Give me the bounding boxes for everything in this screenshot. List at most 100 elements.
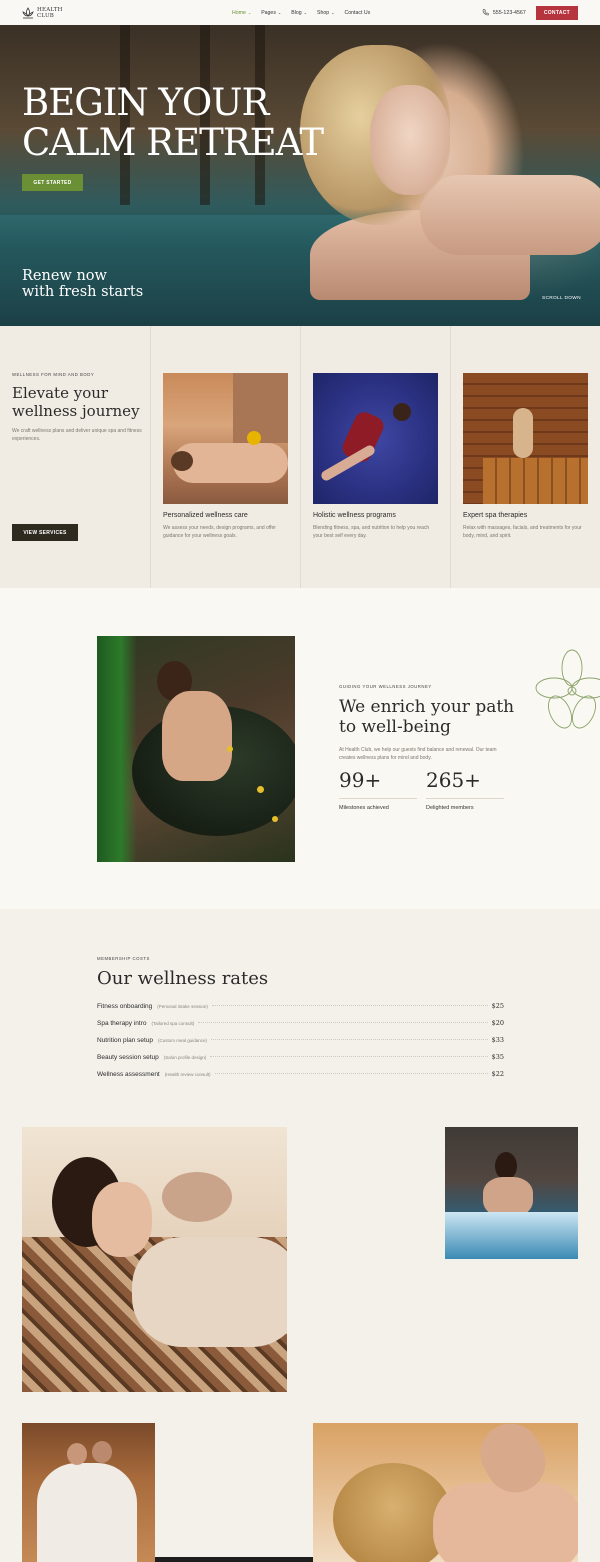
rate-note: (Salon profile design)	[163, 1055, 207, 1060]
rate-dotted-leader	[211, 1039, 488, 1040]
couple-robes	[37, 1463, 137, 1562]
stat-divider	[426, 798, 504, 799]
column-divider	[150, 326, 151, 588]
dark-strip	[155, 1557, 313, 1562]
card-title: Holistic wellness programs	[313, 512, 396, 519]
rate-row: Beauty session setup (Salon profile desi…	[97, 1053, 504, 1063]
scroll-down-link[interactable]: SCROLL DOWN	[542, 296, 581, 301]
nav-item-shop[interactable]: Shop ⌄	[317, 10, 334, 16]
chevron-down-icon: ⌄	[331, 10, 335, 15]
sauna-person	[513, 408, 533, 458]
bath-photo-lemon	[272, 816, 278, 822]
sauna-couple-photo	[22, 1423, 155, 1562]
services-section: WELLNESS FOR MIND AND BODY Elevate your …	[0, 326, 600, 588]
get-started-button[interactable]: GET STARTED	[22, 174, 83, 191]
card-title: Personalized wellness care	[163, 512, 248, 519]
couple-face-1	[67, 1443, 87, 1465]
rate-dotted-leader	[214, 1073, 488, 1074]
column-divider	[300, 326, 301, 588]
stat-label: Delighted members	[426, 805, 474, 811]
rate-row: Fitness onboarding (Personal intake sess…	[97, 1002, 504, 1012]
rate-price: $35	[491, 1053, 504, 1061]
hydrotherapy-photo	[445, 1127, 578, 1259]
main-nav: Home ⌄ Pages ⌄ Blog ⌄ Shop ⌄ Contact Us	[232, 10, 370, 16]
card-description: Blending fitness, spa, and nutrition to …	[313, 525, 430, 539]
logo-line-2: CLUB	[37, 12, 55, 19]
rate-price: $20	[491, 1019, 504, 1027]
card-title: Expert spa therapies	[463, 512, 528, 519]
nav-label: Shop	[317, 9, 330, 16]
hero-photo-arm	[420, 175, 600, 255]
rate-price: $22	[491, 1070, 504, 1078]
contact-button[interactable]: CONTACT	[535, 5, 578, 20]
nav-item-pages[interactable]: Pages ⌄	[261, 10, 281, 16]
stat-divider	[339, 798, 417, 799]
massage-photo-brush	[247, 431, 261, 445]
nav-item-contact-us[interactable]: Contact Us	[345, 10, 371, 16]
rate-note: (Custom meal guidance)	[158, 1038, 208, 1043]
page: HEALTH CLUB Home ⌄ Pages ⌄ Blog ⌄ Shop ⌄	[0, 0, 600, 1562]
hero-photo-face	[370, 85, 450, 195]
about-eyebrow: GUIDING YOUR WELLNESS JOURNEY	[339, 684, 432, 689]
rate-name: Spa therapy intro	[97, 1020, 147, 1027]
massage-client-back	[433, 1483, 578, 1562]
hydro-person	[483, 1177, 533, 1217]
rate-dotted-leader	[210, 1056, 488, 1057]
rate-row: Spa therapy intro (Tailored spa consult)…	[97, 1019, 504, 1029]
services-title: Elevate your wellness journey	[12, 384, 140, 420]
stat-value: 99+	[339, 768, 382, 792]
phone-icon	[482, 9, 489, 16]
flower-outline-icon	[535, 649, 600, 729]
hydro-hair	[495, 1152, 517, 1180]
chevron-down-icon: ⌄	[277, 10, 282, 15]
rates-eyebrow: MEMBERSHIP COSTS	[97, 956, 150, 961]
logo-line-1: HEALTH	[37, 6, 63, 13]
about-description: At Health Club, we help our guests find …	[339, 747, 497, 761]
lounger-face	[92, 1182, 152, 1257]
rates-section: MEMBERSHIP COSTS Our wellness rates Fitn…	[0, 909, 600, 1109]
nav-label: Pages	[261, 9, 276, 16]
column-divider	[450, 326, 451, 588]
stat-value: 265+	[426, 768, 481, 792]
nav-label: Contact Us	[344, 9, 371, 16]
stat-label: Milestones achieved	[339, 805, 389, 811]
rate-price: $33	[491, 1036, 504, 1044]
lounger-companion	[162, 1172, 232, 1222]
sauna-bench	[483, 458, 588, 504]
phone-link[interactable]: 555-123-4567	[482, 9, 526, 16]
pool-swimmer-photo	[313, 373, 438, 504]
nav-label: Blog	[291, 9, 302, 16]
hero-subtitle-line-1: Renew now	[22, 268, 107, 284]
outdoor-bath-photo	[97, 636, 295, 862]
about-section: GUIDING YOUR WELLNESS JOURNEY We enrich …	[0, 588, 600, 909]
lounger-towel	[132, 1237, 287, 1347]
lotus-logo-icon	[22, 6, 34, 18]
phone-number: 555-123-4567	[492, 9, 526, 16]
rate-name: Wellness assessment	[97, 1071, 160, 1078]
services-eyebrow: WELLNESS FOR MIND AND BODY	[12, 372, 95, 377]
hydro-splash	[445, 1212, 578, 1259]
hero-title: BEGIN YOUR CALM RETREAT	[22, 81, 324, 164]
couple-face-2	[92, 1441, 112, 1463]
logo-text: HEALTH CLUB	[37, 7, 63, 19]
hero-section: BEGIN YOUR CALM RETREAT GET STARTED Rene…	[0, 25, 600, 326]
hero-subtitle-line-2: with fresh starts	[22, 284, 144, 300]
site-header: HEALTH CLUB Home ⌄ Pages ⌄ Blog ⌄ Shop ⌄	[0, 0, 600, 25]
massage-photo	[163, 373, 288, 504]
chevron-down-icon: ⌄	[247, 10, 252, 15]
card-description: We assess your needs, design programs, a…	[163, 525, 276, 539]
nav-label: Home	[232, 9, 246, 16]
view-services-button[interactable]: VIEW SERVICES	[12, 524, 78, 541]
relaxing-lounger-photo	[22, 1127, 287, 1392]
nav-item-home[interactable]: Home ⌄	[232, 10, 251, 16]
logo[interactable]: HEALTH CLUB	[22, 6, 162, 20]
rate-row: Nutrition plan setup (Custom meal guidan…	[97, 1036, 504, 1046]
massage-photo-therapist	[233, 373, 288, 443]
nav-item-blog[interactable]: Blog ⌄	[291, 10, 307, 16]
rate-note: (Tailored spa consult)	[151, 1021, 195, 1026]
rate-name: Beauty session setup	[97, 1054, 159, 1061]
massage-photo-hair	[171, 451, 193, 471]
rate-note: (Personal intake session)	[157, 1004, 208, 1009]
sauna-photo	[463, 373, 588, 504]
rate-name: Nutrition plan setup	[97, 1037, 154, 1044]
